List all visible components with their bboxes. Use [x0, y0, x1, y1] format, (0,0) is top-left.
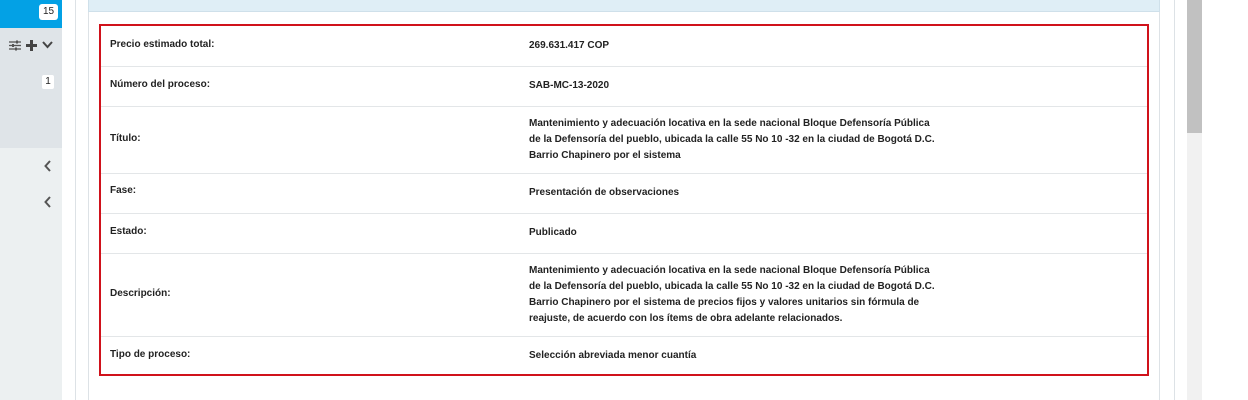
detail-label: Descripción:: [110, 288, 171, 299]
sidebar-section[interactable]: 1: [0, 62, 62, 148]
detail-label: Precio estimado total:: [110, 39, 215, 50]
value-line: Barrio Chapinero por el sistema de preci…: [529, 297, 920, 308]
detail-value: SAB-MC-13-2020: [529, 78, 949, 94]
detail-label: Título:: [110, 133, 141, 144]
value-line: Presentación de observaciones: [529, 187, 680, 198]
panel-header-band: [88, 0, 1160, 12]
detail-value: Mantenimiento y adecuación locativa en l…: [529, 263, 949, 327]
value-line: Barrio Chapinero por el sistema: [529, 150, 681, 161]
sidebar-active-item[interactable]: 15: [0, 0, 62, 28]
sidebar: 15 1: [0, 0, 62, 400]
detail-row-description: Descripción: Mantenimiento y adecuación …: [101, 254, 1147, 337]
sliders-icon[interactable]: [9, 40, 21, 51]
detail-row-process-number: Número del proceso: SAB-MC-13-2020: [101, 67, 1147, 107]
detail-label: Estado:: [110, 226, 147, 237]
detail-row-process-type: Tipo de proceso: Selección abreviada men…: [101, 337, 1147, 376]
detail-row-title: Título: Mantenimiento y adecuación locat…: [101, 107, 1147, 174]
detail-value: 269.631.417 COP: [529, 38, 949, 54]
value-line: Mantenimiento y adecuación locativa en l…: [529, 265, 930, 276]
detail-label: Fase:: [110, 185, 137, 196]
detail-value: Presentación de observaciones: [529, 185, 949, 201]
value-line: Selección abreviada menor cuantía: [529, 350, 697, 361]
value-line: Mantenimiento y adecuación locativa en l…: [529, 118, 930, 129]
count-badge: 15: [39, 4, 58, 20]
chevron-left-icon[interactable]: [44, 160, 56, 172]
value-line: Publicado: [529, 227, 577, 238]
sidebar-toolbar: [0, 28, 62, 62]
detail-value: Publicado: [529, 225, 949, 241]
detail-value: Mantenimiento y adecuación locativa en l…: [529, 116, 949, 164]
count-badge: 1: [42, 75, 54, 89]
value-line: SAB-MC-13-2020: [529, 80, 610, 91]
detail-row-phase: Fase: Presentación de observaciones: [101, 174, 1147, 214]
value-line: reajuste, de acuerdo con los ítems de ob…: [529, 313, 843, 324]
detail-label: Número del proceso:: [110, 79, 211, 90]
value-line: 269.631.417 COP: [529, 40, 610, 51]
scrollbar-thumb[interactable]: [1187, 0, 1202, 133]
detail-row-status: Estado: Publicado: [101, 214, 1147, 254]
chevron-left-icon[interactable]: [44, 196, 56, 208]
process-details: Precio estimado total: 269.631.417 COP N…: [99, 24, 1149, 376]
value-line: de la Defensoría del pueblo, ubicada la …: [529, 134, 935, 145]
value-line: de la Defensoría del pueblo, ubicada la …: [529, 281, 935, 292]
chevron-down-icon[interactable]: [42, 41, 53, 49]
detail-value: Selección abreviada menor cuantía: [529, 348, 949, 364]
detail-row-price: Precio estimado total: 269.631.417 COP: [101, 26, 1147, 67]
plus-icon[interactable]: [26, 39, 37, 51]
detail-label: Tipo de proceso:: [110, 349, 191, 360]
